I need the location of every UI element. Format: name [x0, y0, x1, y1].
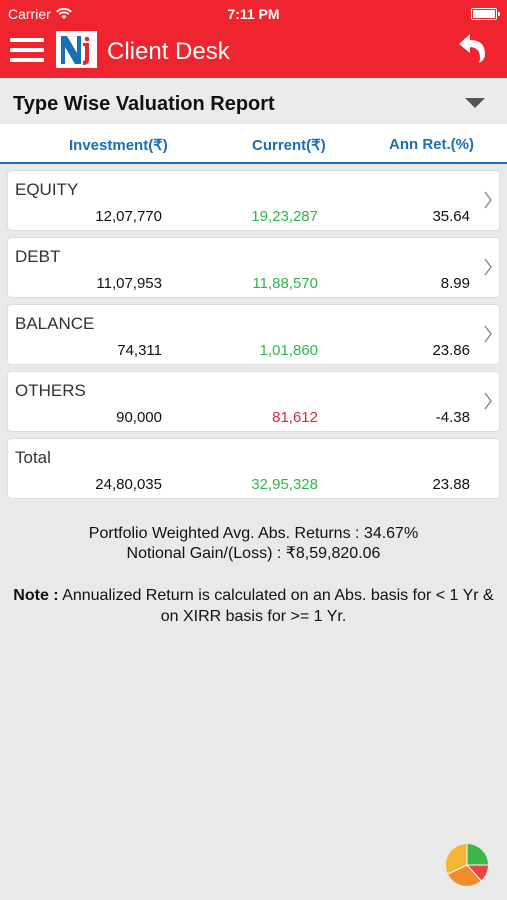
investment-value: 11,07,953: [96, 275, 162, 292]
asset-row-debt[interactable]: DEBT 11,07,953 11,88,570 8.99: [7, 237, 500, 298]
report-title: Type Wise Valuation Report: [13, 93, 275, 115]
annual-return-value: 23.86: [432, 342, 470, 359]
report-selector[interactable]: Type Wise Valuation Report: [0, 78, 507, 124]
caret-down-icon[interactable]: [465, 98, 485, 108]
annual-return-value: 35.64: [432, 208, 470, 225]
asset-name: DEBT: [15, 247, 61, 266]
column-header-ann-ret: Ann Ret.(%): [389, 136, 474, 153]
current-value: 1,01,860: [259, 342, 318, 359]
status-time: 7:11 PM: [227, 6, 280, 22]
column-header-row: Investment(₹) Current(₹) Ann Ret.(%): [0, 124, 507, 164]
asset-row-others[interactable]: OTHERS 90,000 81,612 -4.38: [7, 371, 500, 432]
total-investment-value: 24,80,035: [95, 476, 162, 493]
total-current-value: 32,95,328: [251, 476, 318, 493]
investment-value: 90,000: [116, 409, 162, 426]
annualized-return-note: Note : Annualized Return is calculated o…: [10, 585, 497, 627]
chevron-right-icon[interactable]: [483, 392, 493, 410]
weighted-returns-text: Portfolio Weighted Avg. Abs. Returns : 3…: [88, 525, 419, 542]
annual-return-value: 8.99: [440, 275, 470, 292]
current-value: 11,88,570: [252, 275, 318, 292]
note-label: Note :: [13, 587, 59, 604]
total-row: Total 24,80,035 32,95,328 23.88: [7, 438, 500, 499]
total-annual-return-value: 23.88: [432, 476, 470, 493]
asset-row-balance[interactable]: BALANCE 74,311 1,01,860 23.86: [7, 304, 500, 365]
asset-name: EQUITY: [15, 180, 79, 199]
asset-name: OTHERS: [15, 381, 86, 400]
chevron-right-icon[interactable]: [483, 191, 493, 209]
column-header-current: Current(₹): [252, 137, 326, 154]
pie-chart-icon[interactable]: [445, 843, 489, 887]
chevron-right-icon[interactable]: [483, 258, 493, 276]
note-text: Annualized Return is calculated on an Ab…: [58, 587, 494, 625]
status-bar: Carrier 7:11 PM: [0, 0, 507, 28]
back-arrow-icon[interactable]: [457, 32, 489, 64]
investment-value: 74,311: [117, 342, 162, 359]
investment-value: 12,07,770: [95, 208, 162, 225]
current-value: 81,612: [272, 409, 318, 426]
total-label: Total: [15, 448, 51, 467]
notional-gain-text: Notional Gain/(Loss) : ₹8,59,820.06: [126, 545, 381, 562]
app-header: Carrier 7:11 PM Client Desk: [0, 0, 507, 78]
app-logo: [56, 31, 97, 68]
current-value: 19,23,287: [251, 208, 318, 225]
chevron-right-icon[interactable]: [483, 325, 493, 343]
asset-name: BALANCE: [15, 314, 95, 333]
column-header-investment: Investment(₹): [69, 137, 168, 154]
hamburger-menu-icon[interactable]: [10, 38, 44, 62]
app-title: Client Desk: [107, 38, 230, 65]
asset-row-equity[interactable]: EQUITY 12,07,770 19,23,287 35.64: [7, 170, 500, 231]
annual-return-value: -4.38: [435, 409, 470, 426]
battery-icon: [471, 8, 500, 20]
portfolio-summary: Portfolio Weighted Avg. Abs. Returns : 3…: [0, 524, 507, 564]
